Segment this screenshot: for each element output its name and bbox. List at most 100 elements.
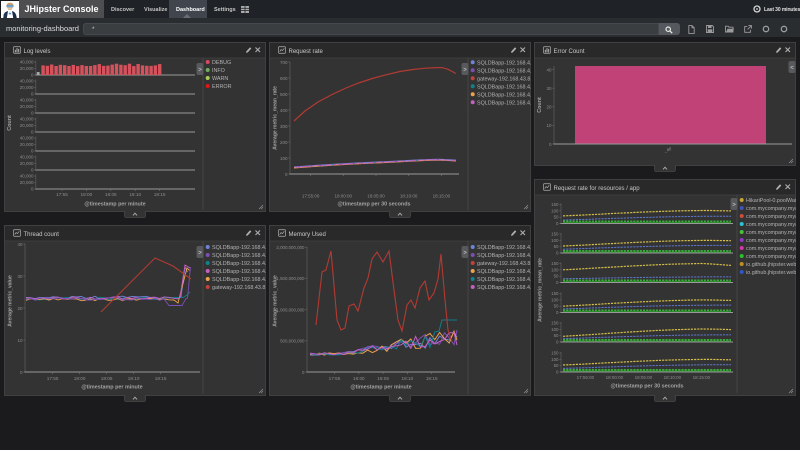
- svg-text:INFO: INFO: [212, 68, 225, 74]
- svg-text:com.mycompany.myap...: com.mycompany.myap...: [746, 206, 796, 212]
- svg-text:10: 10: [546, 123, 552, 128]
- svg-text:Count: Count: [537, 97, 543, 113]
- svg-text:SQLDBapp-192.168.4...: SQLDBapp-192.168.4...: [477, 92, 531, 98]
- svg-text:>: >: [463, 251, 467, 257]
- svg-text:40,000: 40,000: [20, 60, 34, 65]
- svg-text:Count: Count: [7, 115, 13, 131]
- svg-text:18:00: 18:00: [353, 376, 365, 381]
- svg-text:40: 40: [546, 67, 552, 72]
- svg-text:18:10: 18:10: [129, 192, 141, 197]
- svg-text:40,000: 40,000: [20, 174, 34, 179]
- svg-text:SQLDBapp-192.168.4...: SQLDBapp-192.168.4...: [477, 253, 531, 259]
- svg-text:300: 300: [280, 124, 288, 129]
- svg-text:18:05: 18:05: [105, 192, 117, 197]
- svg-text:150: 150: [551, 351, 559, 356]
- svg-text:50: 50: [554, 274, 559, 279]
- svg-text:18:10: 18:10: [402, 376, 414, 381]
- svg-text:18:05: 18:05: [377, 376, 389, 381]
- svg-text:Log levels: Log levels: [24, 49, 51, 55]
- svg-text:18:15: 18:15: [426, 376, 438, 381]
- svg-text:@timestamp per 30 seconds: @timestamp per 30 seconds: [338, 202, 411, 208]
- svg-text:500: 500: [280, 92, 288, 97]
- svg-text:HikariPool-0.poolWait: HikariPool-0.poolWait: [746, 198, 796, 204]
- svg-text:1,500,000,000: 1,500,000,000: [276, 276, 305, 281]
- svg-text:150: 150: [551, 261, 559, 266]
- svg-text:18:00: 18:00: [81, 192, 93, 197]
- svg-text:>: >: [198, 68, 202, 74]
- svg-text:gateway-192.168.43.8...: gateway-192.168.43.8...: [477, 261, 531, 267]
- svg-text:500,000,000: 500,000,000: [280, 339, 305, 344]
- svg-text:40: 40: [17, 242, 23, 247]
- svg-text:20,000: 20,000: [20, 104, 34, 109]
- svg-text:18:05:00: 18:05:00: [635, 375, 653, 380]
- svg-text:Average metric_value: Average metric_value: [273, 275, 279, 327]
- svg-text:SQLDBapp-192.168.4...: SQLDBapp-192.168.4...: [477, 277, 531, 283]
- svg-text:SQLDBapp-192.168.4...: SQLDBapp-192.168.4...: [212, 261, 266, 267]
- svg-text:gateway-192.168.43.8...: gateway-192.168.43.8...: [477, 76, 531, 82]
- svg-text:SQLDBapp-192.168.4...: SQLDBapp-192.168.4...: [477, 60, 531, 66]
- svg-text:150: 150: [551, 321, 559, 326]
- svg-text:Request rate for resources / a: Request rate for resources / app: [554, 186, 641, 192]
- svg-text:18:15:00: 18:15:00: [433, 194, 451, 199]
- svg-text:100: 100: [551, 357, 559, 362]
- svg-text:com.mycompany.myap...: com.mycompany.myap...: [746, 254, 796, 260]
- svg-text:@timestamp per minute: @timestamp per minute: [84, 202, 145, 208]
- svg-text:SQLDBapp-192.168.4...: SQLDBapp-192.168.4...: [477, 100, 531, 106]
- svg-text:Average metric_value: Average metric_value: [8, 275, 14, 327]
- svg-text:17:55: 17:55: [56, 192, 68, 197]
- svg-text:100: 100: [551, 327, 559, 332]
- svg-text:>: >: [198, 251, 202, 257]
- svg-text:@timestamp per 30 seconds: @timestamp per 30 seconds: [611, 384, 684, 390]
- svg-text:2,000,000,000: 2,000,000,000: [276, 245, 305, 250]
- svg-text:20,000: 20,000: [20, 161, 34, 166]
- svg-text:150: 150: [551, 232, 559, 237]
- svg-text:30: 30: [17, 274, 23, 279]
- svg-text:700: 700: [280, 60, 288, 65]
- svg-text:com.mycompany.myap...: com.mycompany.myap...: [746, 214, 796, 220]
- svg-text:18:00:00: 18:00:00: [335, 194, 353, 199]
- svg-text:50: 50: [554, 244, 559, 249]
- svg-text:18:15:00: 18:15:00: [693, 375, 711, 380]
- svg-text:17:55: 17:55: [329, 376, 341, 381]
- svg-text:40,000: 40,000: [20, 117, 34, 122]
- svg-text:Average metric_mean_rate: Average metric_mean_rate: [538, 258, 544, 322]
- svg-text:100: 100: [551, 297, 559, 302]
- svg-text:SQLDBapp-192.168.4...: SQLDBapp-192.168.4...: [477, 84, 531, 90]
- svg-text:18:00: 18:00: [74, 376, 86, 381]
- svg-text:150: 150: [551, 291, 559, 296]
- svg-text:50: 50: [554, 215, 559, 220]
- svg-text:SQLDBapp-192.168.4...: SQLDBapp-192.168.4...: [212, 245, 266, 251]
- svg-text:Request rate: Request rate: [289, 49, 324, 55]
- svg-text:SQLDBapp-192.168.4...: SQLDBapp-192.168.4...: [477, 269, 531, 275]
- svg-text:17:55:00: 17:55:00: [577, 375, 595, 380]
- svg-text:com.mycompany.myap...: com.mycompany.myap...: [746, 222, 796, 228]
- svg-text:20,000: 20,000: [20, 85, 34, 90]
- svg-text:@timestamp per minute: @timestamp per minute: [350, 385, 411, 391]
- svg-text:20,000: 20,000: [20, 66, 34, 71]
- svg-text:50: 50: [554, 363, 559, 368]
- svg-text:17:55:00: 17:55:00: [302, 194, 320, 199]
- svg-text:SQLDBapp-192.168.4...: SQLDBapp-192.168.4...: [212, 277, 266, 283]
- svg-text:SQLDBapp-192.168.4...: SQLDBapp-192.168.4...: [477, 68, 531, 74]
- svg-text:50: 50: [554, 333, 559, 338]
- svg-text:com.mycompany.myap...: com.mycompany.myap...: [746, 238, 796, 244]
- svg-text:>: >: [463, 68, 467, 74]
- svg-text:ERROR: ERROR: [212, 84, 232, 90]
- svg-text:@timestamp per minute: @timestamp per minute: [81, 385, 142, 391]
- svg-text:50: 50: [554, 304, 559, 309]
- svg-text:SQLDBapp-192.168.4...: SQLDBapp-192.168.4...: [477, 285, 531, 291]
- svg-text:100: 100: [551, 208, 559, 213]
- svg-text:30: 30: [546, 86, 552, 91]
- svg-text:18:00:00: 18:00:00: [606, 375, 624, 380]
- svg-text:io.github.jhipster.web.r...: io.github.jhipster.web.r...: [746, 270, 796, 276]
- svg-text:20,000: 20,000: [20, 142, 34, 147]
- svg-text:<: <: [790, 66, 794, 72]
- svg-text:150: 150: [551, 202, 559, 207]
- svg-text:gateway-192.168.43.8...: gateway-192.168.43.8...: [212, 285, 266, 291]
- svg-text:18:10: 18:10: [128, 376, 140, 381]
- svg-text:Average metric_mean_rate: Average metric_mean_rate: [273, 86, 279, 150]
- svg-text:18:05:00: 18:05:00: [367, 194, 385, 199]
- svg-text:20: 20: [546, 105, 552, 110]
- svg-text:20,000: 20,000: [20, 180, 34, 185]
- svg-text:Thread count: Thread count: [24, 232, 60, 238]
